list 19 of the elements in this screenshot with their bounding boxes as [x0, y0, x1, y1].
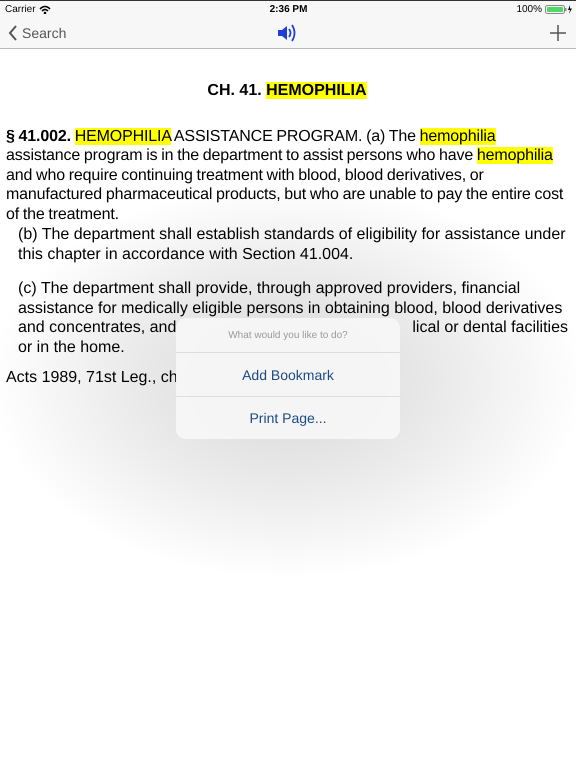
carrier-label: Carrier	[5, 4, 36, 15]
wifi-icon	[38, 5, 51, 14]
back-button[interactable]: Search	[8, 25, 66, 41]
paragraph-text: or in the home.	[18, 338, 126, 357]
section-paragraph: § 41.002. HEMOPHILIA ASSISTANCE PROGRAM. (a) The hemophilia assistance program is in the department to assist persons who have hemophilia and who require continuing treatment with blood, blood derivatives, or manufactured pharmaceutical products, but who are unable to pay the entire cost of the treatment.	[6, 126, 564, 224]
paragraph-text: (b) The department shall establish standards of eligibility for assistance under this chapter in accordance with Section 41.004.	[18, 225, 567, 264]
chevron-icon	[8, 25, 18, 41]
popover-title: What would you like to do?	[176, 318, 400, 353]
chapter-title: CH. 41. HEMOPHILIA	[206, 81, 368, 100]
speaker-button[interactable]	[276, 24, 298, 42]
status-time: 2:36 PM	[270, 4, 308, 15]
action-button[interactable]: Print Page...	[176, 396, 400, 439]
battery-percentage: 100%	[516, 4, 542, 15]
paragraph-text: and concentrates, and	[18, 318, 176, 338]
action-button[interactable]: Add Bookmark	[176, 353, 400, 396]
add-button[interactable]	[550, 25, 566, 41]
battery-icon	[545, 5, 572, 14]
note-text: Acts 1989, 71st Leg., ch	[6, 368, 178, 388]
paragraph-text: lical or dental facilities	[412, 318, 568, 338]
